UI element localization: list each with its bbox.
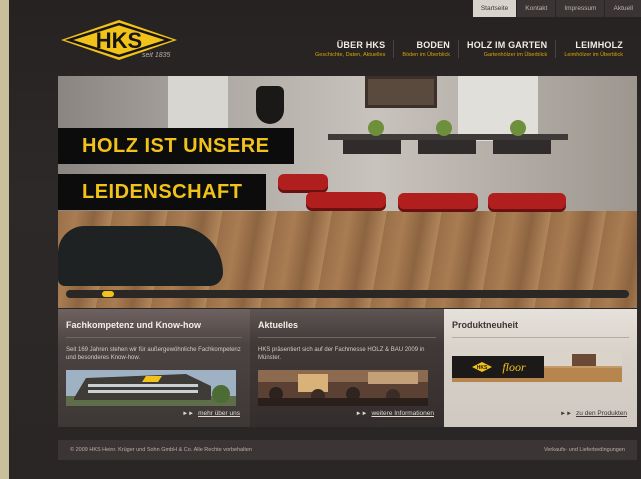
nav-title: BODEN [416, 40, 451, 50]
nav-subtitle: Leimhölzer im Überblick [564, 52, 623, 58]
hero-cushion [488, 193, 566, 209]
nav-item-boden[interactable]: BODEN Böden im Überblick [393, 40, 458, 58]
toplink-aktuell[interactable]: Aktuell [604, 0, 641, 17]
nav-subtitle: Gartenhölzer im Überblick [483, 52, 548, 58]
double-arrow-icon: ►► [355, 411, 368, 417]
main-nav: ÜBER HKS Geschichte, Daten, Aktuelles BO… [307, 40, 631, 58]
hero-cushion [398, 193, 478, 209]
slider-thumb[interactable] [102, 291, 114, 297]
slider-track[interactable] [66, 290, 629, 298]
toplink-impressum[interactable]: Impressum [555, 0, 605, 17]
hero-window [168, 76, 228, 131]
floor-logo-text: floor [502, 360, 526, 374]
nav-title: LEIMHOLZ [575, 40, 623, 50]
nav-item-leimholz[interactable]: LEIMHOLZ Leimhölzer im Überblick [555, 40, 631, 58]
teaser-image-fair[interactable] [258, 370, 428, 406]
link-label: weitere Informationen [371, 410, 434, 417]
hero-cushion [278, 174, 328, 190]
nav-item-ueber-hks[interactable]: ÜBER HKS Geschichte, Daten, Aktuelles [307, 40, 393, 58]
link-zu-den-produkten[interactable]: ►► zu den Produkten [560, 410, 627, 417]
nav-subtitle: Geschichte, Daten, Aktuelles [315, 52, 386, 58]
footer-link-terms[interactable]: Verkaufs- und Lieferbedingungen [544, 447, 625, 453]
hero-bench-box [418, 140, 476, 154]
teaser-text: HKS präsentiert sich auf der Fachmesse H… [258, 347, 425, 361]
toplink-startseite[interactable]: Startseite [471, 0, 517, 17]
double-arrow-icon: ►► [560, 411, 573, 417]
top-links: Startseite Kontakt Impressum Aktuell [471, 0, 641, 17]
footer-copyright: © 2009 HKS Heinr. Krüger und Sohn GmbH &… [70, 447, 252, 453]
hero-floor-pouf [58, 226, 223, 286]
hero-plant [368, 120, 384, 136]
page: Startseite Kontakt Impressum Aktuell HKS… [9, 0, 641, 479]
teaser-fachkompetenz: Fachkompetenz und Know-how Seit 169 Jahr… [58, 309, 250, 427]
hero-window [458, 76, 538, 141]
logo-tagline: seit 1835 [142, 52, 171, 59]
hero-wall-picture [365, 76, 437, 108]
nav-subtitle: Böden im Überblick [402, 52, 451, 58]
teaser-title: Produktneuheit [452, 320, 629, 338]
toplink-kontakt[interactable]: Kontakt [516, 0, 556, 17]
hero-slogan-line2: LEIDENSCHAFT [58, 174, 267, 210]
hero-lamp [256, 86, 284, 124]
teaser-aktuelles: Aktuelles HKS präsentiert sich auf der F… [250, 309, 444, 427]
teaser-produktneuheit: Produktneuheit HKS floor ►► zu den Produk… [444, 309, 637, 427]
teaser-title: Aktuelles [258, 320, 436, 338]
link-weitere-informationen[interactable]: ►► weitere Informationen [356, 410, 434, 417]
link-label: mehr über uns [198, 410, 240, 417]
nav-title: HOLZ IM GARTEN [467, 40, 548, 50]
hero-banner: HOLZ IST UNSERE LEIDENSCHAFT [58, 76, 637, 308]
teaser-title: Fachkompetenz und Know-how [66, 320, 242, 338]
hero-plant [436, 120, 452, 136]
nav-title: ÜBER HKS [336, 40, 386, 50]
link-label: zu den Produkten [576, 410, 627, 417]
logo-text: HKS [96, 28, 142, 53]
teaser-text: Seit 169 Jahren stehen wir für außergewö… [66, 347, 241, 361]
double-arrow-icon: ►► [182, 411, 195, 417]
teaser-image-hks-floor[interactable]: HKS floor [452, 352, 622, 382]
link-mehr-ueber-uns[interactable]: ►► mehr über uns [182, 410, 240, 417]
hero-bench-box [343, 140, 401, 154]
hero-slogan-line1: HOLZ IST UNSERE [58, 128, 294, 164]
teaser-image-building[interactable] [66, 370, 236, 406]
floor-logo-hks: HKS [477, 365, 488, 371]
hero-plant [510, 120, 526, 136]
footer: © 2009 HKS Heinr. Krüger und Sohn GmbH &… [58, 440, 637, 460]
nav-item-holz-im-garten[interactable]: HOLZ IM GARTEN Gartenhölzer im Überblick [458, 40, 555, 58]
hero-cushion [306, 192, 386, 208]
hero-bench-box [493, 140, 551, 154]
